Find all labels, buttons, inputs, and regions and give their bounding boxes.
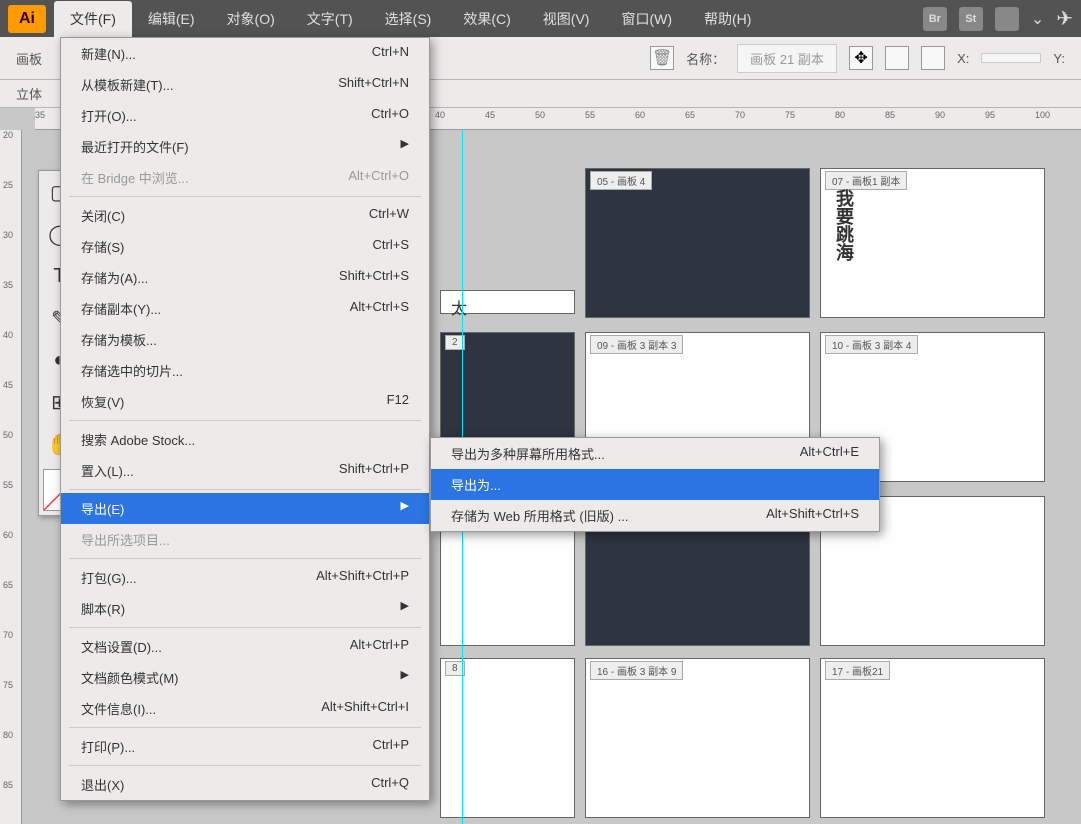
name-field[interactable]: 画板 21 副本 [737,44,837,73]
submenu-item[interactable]: 导出为多种屏幕所用格式...Alt+Ctrl+E [431,438,879,469]
menu-item[interactable]: 关闭(C)Ctrl+W [61,200,429,231]
menu-item[interactable]: 文件信息(I)...Alt+Shift+Ctrl+I [61,693,429,724]
x-field[interactable] [981,53,1041,63]
menu-select[interactable]: 选择(S) [369,1,448,37]
menu-item[interactable]: 置入(L)...Shift+Ctrl+P [61,455,429,486]
menu-window[interactable]: 窗口(W) [605,1,688,37]
menu-item[interactable]: 文档颜色模式(M)▶ [61,662,429,693]
paper-plane-icon[interactable]: ✈ [1056,6,1073,31]
arrange-icon[interactable] [995,7,1019,31]
menu-view[interactable]: 视图(V) [527,1,606,37]
menu-item[interactable]: 恢复(V)F12 [61,386,429,417]
stock-icon[interactable]: St [959,7,983,31]
file-menu-dropdown: 新建(N)...Ctrl+N从模板新建(T)...Shift+Ctrl+N打开(… [60,37,430,801]
y-label: Y: [1053,51,1065,66]
options-icon[interactable] [885,46,909,70]
bridge-icon[interactable]: Br [923,7,947,31]
artboard[interactable]: 05 - 画板 4 [585,168,810,318]
menu-item[interactable]: 打包(G)...Alt+Shift+Ctrl+P [61,562,429,593]
export-submenu: 导出为多种屏幕所用格式...Alt+Ctrl+E导出为...存储为 Web 所用… [430,437,880,532]
submenu-item[interactable]: 存储为 Web 所用格式 (旧版) ...Alt+Shift+Ctrl+S [431,500,879,531]
chevron-down-icon[interactable]: ⌄ [1031,9,1044,29]
artboard-label: 10 - 画板 3 副本 4 [825,335,918,354]
menu-item: 导出所选项目... [61,524,429,555]
menubar: Ai 文件(F) 编辑(E) 对象(O) 文字(T) 选择(S) 效果(C) 视… [0,0,1081,37]
artboard[interactable]: 8 [440,658,575,818]
menu-object[interactable]: 对象(O) [211,1,291,37]
menu-item[interactable]: 搜索 Adobe Stock... [61,424,429,455]
artboard-label: 画板 [16,49,42,68]
artboard-label: 16 - 画板 3 副本 9 [590,661,683,680]
menu-item[interactable]: 存储选中的切片... [61,355,429,386]
menu-item: 在 Bridge 中浏览...Alt+Ctrl+O [61,162,429,193]
menu-file[interactable]: 文件(F) [54,1,132,37]
menu-item[interactable]: 从模板新建(T)...Shift+Ctrl+N [61,69,429,100]
menu-item[interactable]: 导出(E)▶ [61,493,429,524]
name-label: 名称： [686,49,725,68]
menu-item[interactable]: 存储(S)Ctrl+S [61,231,429,262]
menu-item[interactable]: 打印(P)...Ctrl+P [61,731,429,762]
artboard[interactable]: 太 [440,290,575,314]
artboard-label: 17 - 画板21 [825,661,890,680]
menu-item[interactable]: 存储副本(Y)...Alt+Ctrl+S [61,293,429,324]
ruler-vertical: 2025303540455055606570758085 [0,130,22,824]
menu-item[interactable]: 退出(X)Ctrl+Q [61,769,429,800]
menu-item[interactable]: 脚本(R)▶ [61,593,429,624]
menu-item[interactable]: 存储为(A)...Shift+Ctrl+S [61,262,429,293]
artboard[interactable]: 07 - 画板1 副本我要跳海 [820,168,1045,318]
menu-item[interactable]: 文档设置(D)...Alt+Ctrl+P [61,631,429,662]
menu-edit[interactable]: 编辑(E) [132,1,211,37]
menu-item[interactable]: 新建(N)...Ctrl+N [61,38,429,69]
artboard[interactable]: 16 - 画板 3 副本 9 [585,658,810,818]
app-icon: Ai [8,5,46,33]
menu-effect[interactable]: 效果(C) [447,1,526,37]
menu-item[interactable]: 打开(O)...Ctrl+O [61,100,429,131]
menu-item[interactable]: 最近打开的文件(F)▶ [61,131,429,162]
menu-item[interactable]: 存储为模板... [61,324,429,355]
move-icon[interactable]: ✥ [849,46,873,70]
artboard[interactable]: 17 - 画板21 [820,658,1045,818]
artboard-label: 07 - 画板1 副本 [825,171,907,190]
grid-icon[interactable] [921,46,945,70]
x-label: X: [957,51,969,66]
menu-help[interactable]: 帮助(H) [688,1,767,37]
document-tab[interactable]: 立体 [16,84,42,103]
artboard-label: 05 - 画板 4 [590,171,652,190]
trash-icon[interactable]: 🗑 [650,46,674,70]
artboard-label: 09 - 画板 3 副本 3 [590,335,683,354]
menu-type[interactable]: 文字(T) [291,1,369,37]
submenu-item[interactable]: 导出为... [431,469,879,500]
